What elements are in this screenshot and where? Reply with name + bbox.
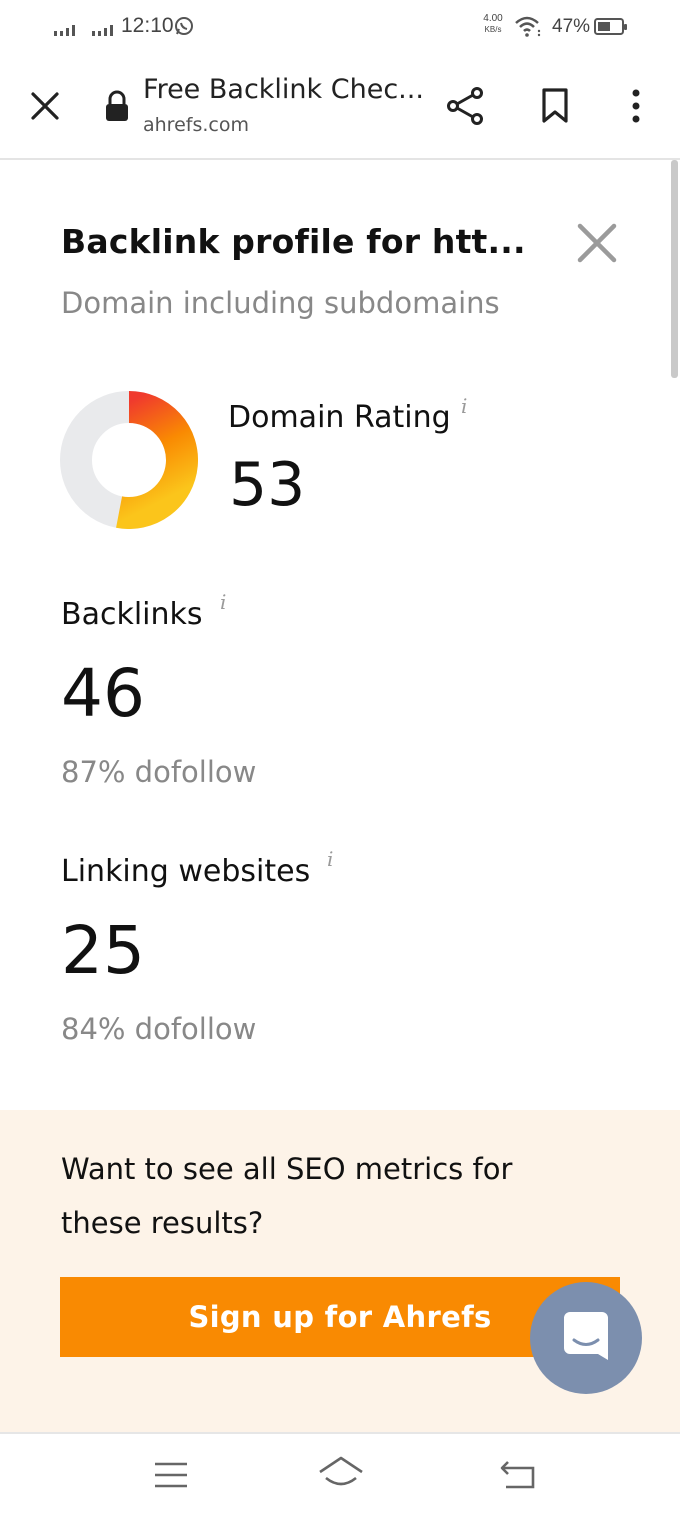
domain-rating-label: Domain Rating: [228, 400, 451, 435]
back-icon[interactable]: [500, 1460, 536, 1490]
whatsapp-icon: [175, 17, 193, 35]
panel-subtitle: Domain including subdomains: [61, 286, 500, 320]
signal-icon-sim1: [54, 25, 75, 36]
promo-line-1: Want to see all SEO metrics for: [61, 1152, 513, 1186]
battery-icon: [594, 18, 627, 35]
linking-websites-value: 25: [61, 912, 145, 989]
share-icon[interactable]: [446, 87, 484, 125]
chat-launcher-button[interactable]: [530, 1282, 642, 1394]
browser-toolbar: Free Backlink Chec... ahrefs.com: [0, 56, 680, 160]
chat-icon: [564, 1312, 608, 1360]
bookmark-icon[interactable]: [541, 88, 569, 124]
menu-icon[interactable]: [154, 1462, 188, 1488]
more-options-icon[interactable]: [629, 88, 643, 124]
domain-rating-value: 53: [229, 450, 306, 520]
lock-icon: [106, 90, 128, 121]
domain-rating-gauge: [60, 391, 198, 529]
linking-websites-label: Linking websites: [61, 854, 311, 889]
domain-rating-info-icon[interactable]: i: [461, 394, 467, 418]
status-time: 12:10: [121, 14, 174, 37]
page-title[interactable]: Free Backlink Chec...: [143, 74, 424, 105]
promo-line-2: these results?: [61, 1206, 264, 1240]
net-speed-value: 4.00: [483, 13, 503, 24]
panel-title: Backlink profile for htt...: [61, 222, 526, 261]
linking-websites-dofollow: 84% dofollow: [61, 1012, 257, 1046]
close-panel-icon[interactable]: [577, 223, 617, 263]
status-bar: 12:10 4.00 KB/s 47%: [0, 0, 680, 56]
net-speed-unit: KB/s: [484, 25, 502, 34]
system-nav-bar: [0, 1432, 680, 1513]
backlinks-info-icon[interactable]: i: [220, 590, 226, 614]
backlinks-label: Backlinks: [61, 597, 203, 632]
wifi-icon: [515, 16, 541, 37]
close-tab-icon[interactable]: [30, 91, 60, 121]
backlinks-value: 46: [61, 655, 145, 732]
promo-text: Want to see all SEO metrics for these re…: [61, 1142, 512, 1250]
page-url[interactable]: ahrefs.com: [143, 114, 249, 136]
page-scrollbar[interactable]: [671, 160, 678, 378]
linking-websites-info-icon[interactable]: i: [327, 847, 333, 871]
home-icon[interactable]: [318, 1456, 364, 1490]
battery-percent: 47%: [552, 16, 591, 37]
signal-icon-sim2: [92, 25, 113, 36]
backlinks-dofollow: 87% dofollow: [61, 755, 257, 789]
